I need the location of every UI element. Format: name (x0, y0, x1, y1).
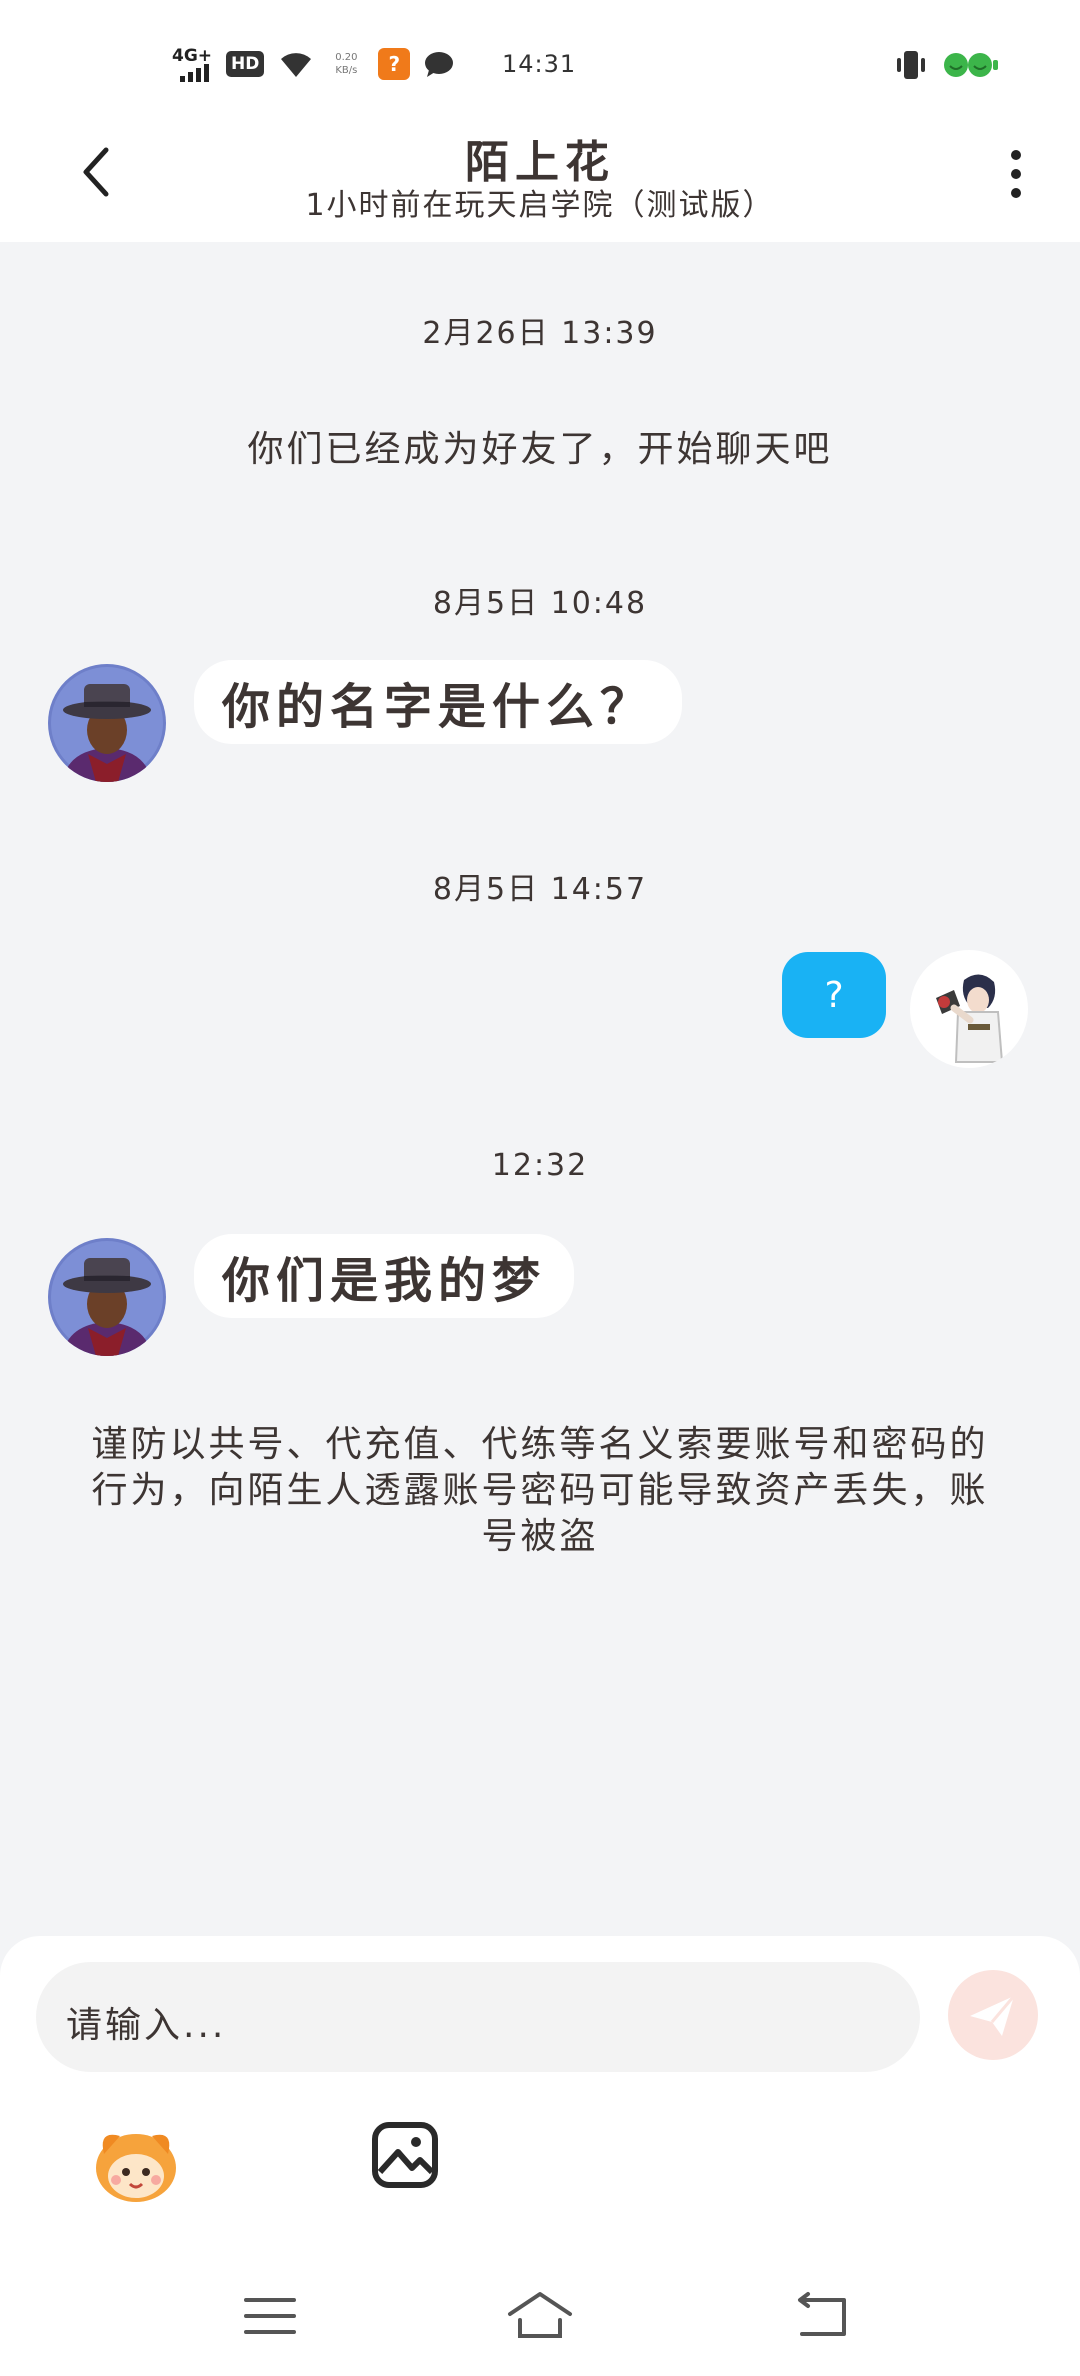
timestamp: 8月5日 14:57 (432, 872, 648, 907)
return-icon[interactable] (792, 2286, 852, 2346)
emoji-icon[interactable] (90, 2116, 182, 2208)
chat-header: 陌上花 1小时前在玩天启学院（测试版） (0, 120, 1080, 242)
avatar-image (48, 1238, 166, 1356)
network-speed: 0.20 KB/s (328, 51, 364, 77)
incoming-message[interactable]: 你的名字是什么？ (194, 660, 683, 744)
avatar-image (48, 664, 166, 782)
image-icon[interactable] (370, 2120, 440, 2190)
home-icon[interactable] (504, 2286, 576, 2346)
send-icon (970, 1995, 1016, 2036)
safety-warning: 谨防以共号、代充值、代练等名义索要账号和密码的行为，向陌生人透露账号密码可能导致… (91, 1424, 989, 1557)
timestamp: 2月26日 13:39 (422, 316, 658, 351)
cellular-signal-icon: 4G+ (172, 46, 212, 82)
status-time: 14:31 (502, 50, 577, 78)
my-avatar-image (910, 950, 1028, 1068)
battery-icon (944, 53, 998, 77)
message-input[interactable]: 请输入... (36, 1962, 920, 2072)
incoming-message[interactable]: 你们是我的梦 (194, 1234, 575, 1318)
wifi-icon (281, 53, 312, 77)
status-bar: 4G+ HD 0.20 KB/s ? 14:31 (0, 0, 1080, 120)
send-button[interactable] (948, 1970, 1038, 2060)
timestamp: 12:32 (491, 1148, 589, 1183)
avatar[interactable] (48, 1238, 166, 1356)
speed-value: 0.20 (335, 52, 358, 63)
timestamp: 8月5日 10:48 (432, 586, 648, 621)
chat-area[interactable]: 2月26日 13:39 你们已经成为好友了，开始聊天吧 8月5日 10:48 你… (0, 242, 1080, 1942)
input-placeholder: 请输入... (66, 2005, 227, 2046)
vibrate-icon (897, 51, 925, 79)
status-left: 4G+ HD 0.20 KB/s ? (172, 44, 454, 84)
app-notification-icon: ? (378, 48, 411, 80)
more-vertical-icon[interactable] (996, 142, 1036, 206)
status-right (894, 48, 1000, 82)
network-type: 4G+ (172, 46, 213, 66)
my-avatar[interactable] (910, 950, 1028, 1068)
outgoing-message[interactable]: ? (782, 952, 886, 1038)
system-message: 你们已经成为好友了，开始聊天吧 (247, 429, 833, 470)
hd-badge: HD (226, 51, 265, 77)
speed-unit: KB/s (335, 65, 358, 76)
system-nav-bar (0, 2270, 1080, 2376)
menu-icon[interactable] (240, 2286, 300, 2346)
avatar[interactable] (48, 664, 166, 782)
message-notification-icon (425, 52, 454, 77)
status-subtitle: 1小时前在玩天启学院（测试版） (305, 188, 775, 223)
